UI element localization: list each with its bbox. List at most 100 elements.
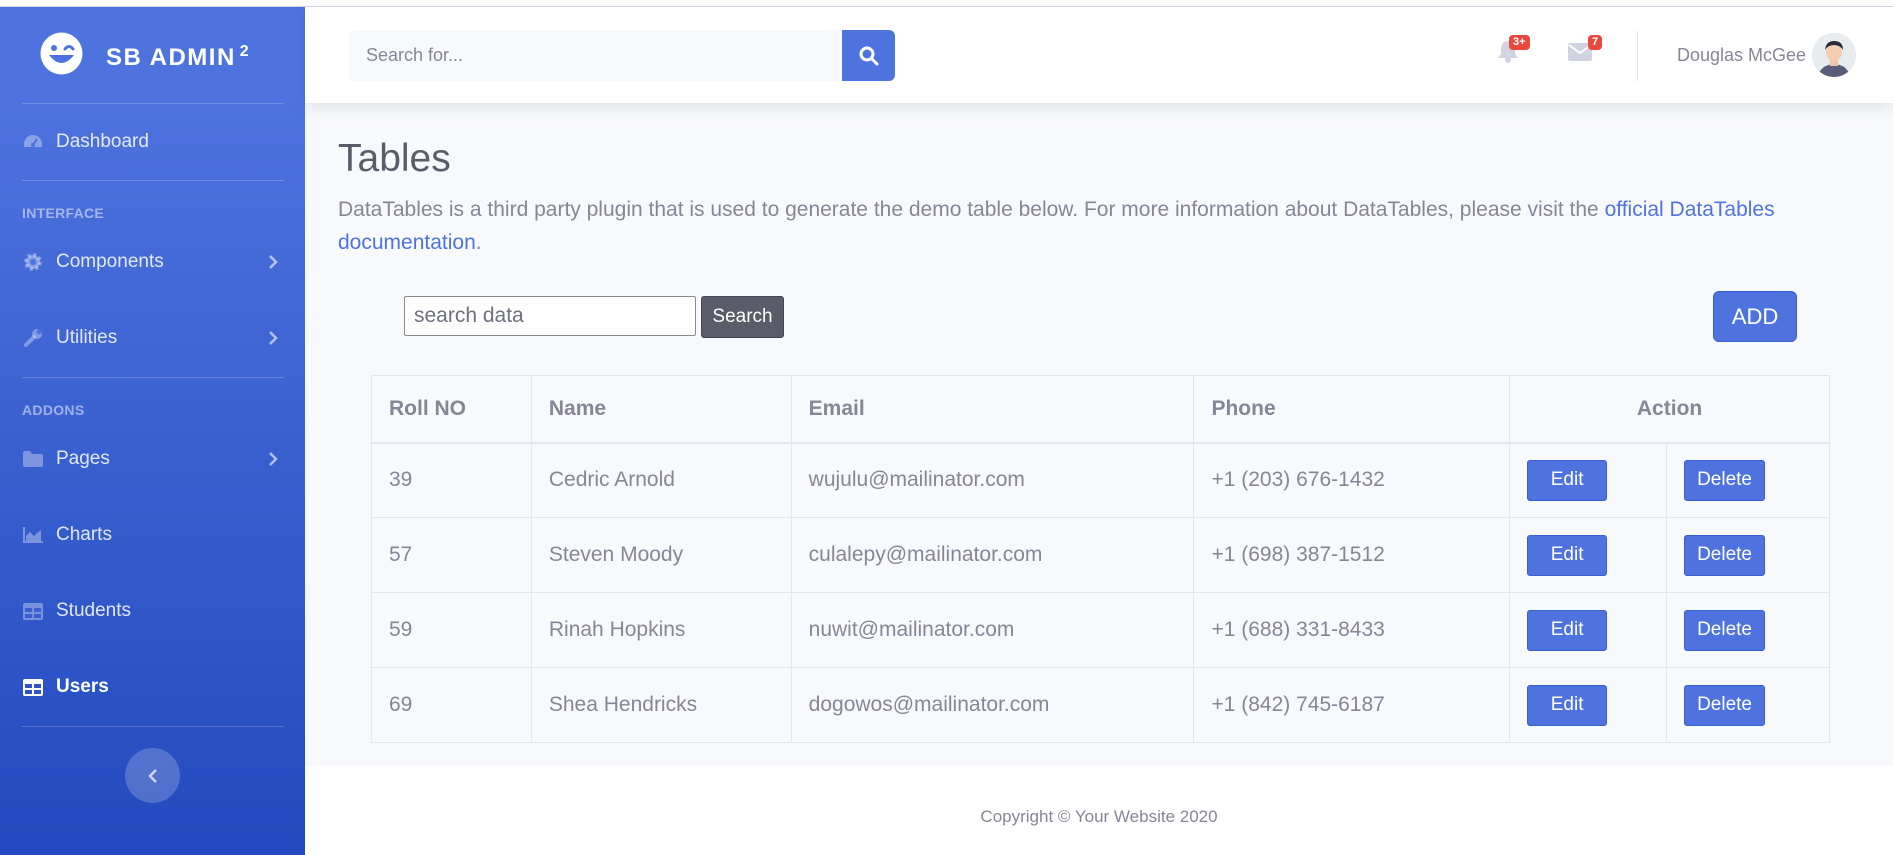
data-search-input[interactable]: [404, 296, 696, 336]
sidebar-item-utilities[interactable]: Utilities: [0, 310, 305, 366]
table-icon: [22, 600, 44, 622]
sidebar: SB Admin 2 Dashboard Interface Components…: [0, 7, 305, 855]
sidebar-toggle-button[interactable]: [125, 748, 180, 803]
folder-icon: [22, 448, 44, 470]
sidebar-item-label: Components: [56, 251, 164, 272]
sidebar-divider: [22, 377, 284, 378]
sidebar-item-label: Users: [56, 676, 109, 697]
column-header-phone: Phone: [1193, 375, 1511, 444]
copyright-text: Copyright © Your Website 2020: [980, 807, 1218, 826]
wrench-icon: [22, 327, 44, 349]
delete-button[interactable]: Delete: [1684, 534, 1766, 576]
brand-name: SB Admin 2: [106, 43, 251, 71]
sidebar-item-label: Charts: [56, 524, 112, 545]
sidebar-item-label: Pages: [56, 448, 110, 469]
edit-button[interactable]: Edit: [1527, 459, 1608, 501]
sidebar-item-label: Utilities: [56, 327, 118, 348]
cell-edit: Edit: [1509, 442, 1668, 518]
edit-button[interactable]: Edit: [1527, 684, 1608, 726]
topbar: 3+ 7 Douglas McGee: [305, 7, 1893, 103]
sidebar-item-students[interactable]: Students: [0, 583, 305, 639]
users-table: Roll NO Name Email Phone Action 39 Cedri…: [371, 375, 1830, 743]
cell-roll: 59: [371, 592, 532, 668]
sidebar-item-label: Students: [56, 600, 131, 621]
sidebar-divider: [22, 180, 284, 181]
cell-delete: Delete: [1666, 592, 1830, 668]
delete-button[interactable]: Delete: [1684, 609, 1766, 651]
cell-name: Shea Hendricks: [530, 667, 792, 743]
footer: Copyright © Your Website 2020: [305, 766, 1893, 855]
column-header-email: Email: [790, 375, 1195, 444]
cell-email: nuwit@mailinator.com: [790, 592, 1195, 668]
search-input[interactable]: [349, 30, 843, 81]
edit-button[interactable]: Edit: [1527, 609, 1608, 651]
chevron-right-icon: [269, 452, 278, 466]
cog-icon: [22, 251, 44, 273]
cell-email: culalepy@mailinator.com: [790, 517, 1195, 593]
chevron-right-icon: [269, 255, 278, 269]
cell-phone: +1 (203) 676-1432: [1193, 442, 1511, 518]
sidebar-divider: [22, 726, 284, 727]
chevron-left-icon: [147, 768, 157, 783]
messages-button[interactable]: 7: [1568, 35, 1608, 73]
cell-phone: +1 (688) 331-8433: [1193, 592, 1511, 668]
cell-edit: Edit: [1509, 667, 1668, 743]
tachometer-icon: [22, 131, 44, 153]
cell-name: Steven Moody: [530, 517, 792, 593]
column-header-roll: Roll NO: [371, 375, 532, 444]
description-text: DataTables is a third party plugin that …: [338, 198, 1605, 221]
main-content: Tables DataTables is a third party plugi…: [305, 103, 1893, 766]
brand-version: 2: [239, 43, 251, 60]
search-icon: [859, 46, 879, 65]
table-icon: [22, 676, 44, 698]
cell-phone: +1 (842) 745-6187: [1193, 667, 1511, 743]
sidebar-item-charts[interactable]: Charts: [0, 507, 305, 563]
table-header-row: Roll NO Name Email Phone Action: [371, 375, 1830, 444]
column-header-name: Name: [530, 375, 792, 444]
add-button[interactable]: ADD: [1713, 291, 1797, 342]
table-row: 39 Cedric Arnold wujulu@mailinator.com +…: [371, 442, 1830, 518]
alerts-badge: 3+: [1509, 35, 1530, 50]
chevron-right-icon: [269, 331, 278, 345]
table-row: 57 Steven Moody culalepy@mailinator.com …: [371, 517, 1830, 593]
table-row: 69 Shea Hendricks dogowos@mailinator.com…: [371, 667, 1830, 743]
sidebar-item-pages[interactable]: Pages: [0, 431, 305, 487]
cell-name: Rinah Hopkins: [530, 592, 792, 668]
edit-button[interactable]: Edit: [1527, 534, 1608, 576]
cell-delete: Delete: [1666, 517, 1830, 593]
cell-email: dogowos@mailinator.com: [790, 667, 1195, 743]
topbar-search: [349, 30, 895, 81]
sidebar-divider: [22, 103, 284, 104]
delete-button[interactable]: Delete: [1684, 459, 1766, 501]
top-border: [0, 0, 1893, 7]
cell-delete: Delete: [1666, 442, 1830, 518]
sidebar-brand[interactable]: SB Admin 2: [0, 7, 305, 103]
table-row: 59 Rinah Hopkins nuwit@mailinator.com +1…: [371, 592, 1830, 668]
sidebar-heading-addons: Addons: [22, 402, 85, 418]
sidebar-item-label: Dashboard: [56, 131, 149, 152]
user-avatar-icon: [1812, 33, 1856, 77]
sidebar-item-users[interactable]: Users: [0, 659, 305, 715]
page-title: Tables: [338, 137, 451, 180]
cell-roll: 57: [371, 517, 532, 593]
data-search-button[interactable]: Search: [701, 296, 784, 338]
cell-name: Cedric Arnold: [530, 442, 792, 518]
cell-edit: Edit: [1509, 517, 1668, 593]
cell-phone: +1 (698) 387-1512: [1193, 517, 1511, 593]
column-header-action: Action: [1509, 375, 1830, 444]
cell-roll: 39: [371, 442, 532, 518]
description-end: .: [475, 231, 482, 254]
messages-badge: 7: [1588, 35, 1603, 50]
cell-email: wujulu@mailinator.com: [790, 442, 1195, 518]
search-button[interactable]: [842, 30, 895, 81]
delete-button[interactable]: Delete: [1684, 684, 1766, 726]
sidebar-heading-interface: Interface: [22, 205, 105, 221]
avatar[interactable]: [1812, 33, 1856, 77]
page-description: DataTables is a third party plugin that …: [338, 193, 1868, 259]
sidebar-item-dashboard[interactable]: Dashboard: [0, 114, 305, 170]
alerts-button[interactable]: 3+: [1497, 35, 1537, 73]
user-name[interactable]: Douglas McGee: [1677, 45, 1806, 66]
topbar-divider: [1637, 31, 1638, 81]
sidebar-item-components[interactable]: Components: [0, 234, 305, 290]
chart-area-icon: [22, 524, 44, 546]
